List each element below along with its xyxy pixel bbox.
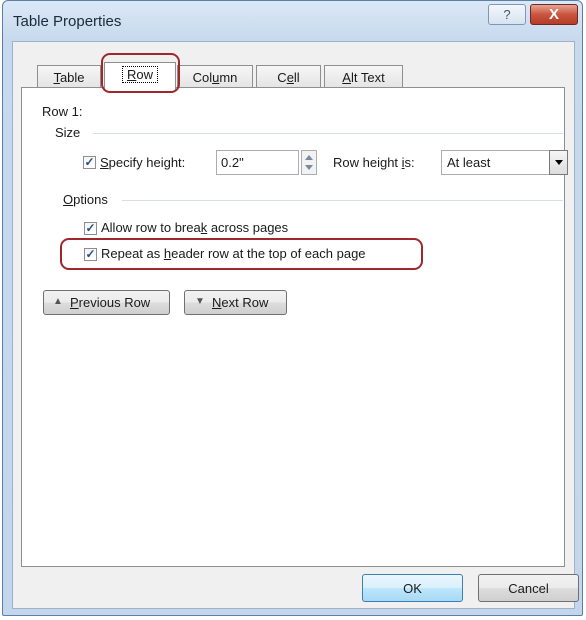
next-row-accesskey: N [212, 295, 222, 310]
repeat-header-highlight [60, 238, 423, 270]
row-heading: Row 1: [42, 104, 83, 119]
row-tab-highlight [101, 53, 180, 93]
tab-cell-accesskey: e [286, 70, 294, 85]
allow-break-label-pre: Allow row to brea [101, 220, 201, 235]
tab-table-label: able [59, 70, 85, 85]
close-icon: X [548, 6, 559, 23]
chevron-down-icon [555, 160, 563, 165]
tab-table[interactable]: Table [37, 65, 101, 89]
options-group-label-rest: ptions [73, 192, 108, 207]
tab-column-label: mn [219, 70, 238, 85]
allow-break-checkbox[interactable]: ✓ [84, 222, 97, 235]
allow-break-label: Allow row to break across pages [101, 220, 288, 235]
checkmark-icon: ✓ [84, 155, 95, 169]
row-height-value: 0.2" [221, 155, 244, 170]
previous-row-label-rest: revious Row [78, 295, 151, 310]
row-height-is-label-rest: s: [404, 155, 415, 170]
triangle-down-icon: ▼ [195, 296, 205, 307]
next-row-label: Next Row [212, 295, 268, 310]
tab-cell[interactable]: Cell [256, 65, 321, 89]
row-height-rule-value: At least [447, 155, 491, 170]
ok-button[interactable]: OK [362, 574, 463, 602]
specify-height-label: Specify height: [100, 155, 185, 170]
triangle-up-icon: ▲ [53, 296, 63, 307]
tab-cell-label: ll [293, 70, 300, 85]
tab-alt-text-label: lt Text [350, 70, 385, 85]
dialog-title: Table Properties [13, 13, 122, 30]
help-button[interactable]: ? [488, 4, 526, 25]
ok-label: OK [403, 581, 422, 596]
next-row-label-rest: ext Row [221, 295, 269, 310]
tab-cell-label-pre: C [277, 70, 287, 85]
previous-row-button[interactable]: ▲ Previous Row [43, 290, 170, 315]
options-accesskey: O [63, 192, 74, 207]
size-group-divider [93, 133, 563, 134]
row-height-is-label-pre: Row height [333, 155, 402, 170]
row-height-input[interactable]: 0.2" [216, 150, 299, 175]
specify-height-checkbox[interactable]: ✓ [83, 156, 96, 169]
spin-down-icon[interactable] [305, 165, 313, 170]
tab-column[interactable]: Column [177, 65, 253, 89]
row-height-is-label: Row height is: [333, 155, 415, 170]
spin-up-icon[interactable] [305, 155, 313, 160]
tab-alt-text-accesskey: A [342, 70, 351, 85]
options-group-label: Options [63, 192, 108, 207]
help-icon: ? [503, 7, 511, 22]
cancel-button[interactable]: Cancel [478, 574, 579, 602]
tab-column-label-pre: Col [192, 70, 213, 85]
dropdown-button[interactable] [549, 150, 568, 175]
title-bar[interactable]: Table Properties ? X [3, 1, 582, 41]
close-button[interactable]: X [530, 4, 578, 25]
checkmark-icon: ✓ [85, 221, 96, 235]
tab-alt-text[interactable]: Alt Text [324, 65, 403, 89]
previous-row-label: Previous Row [70, 295, 150, 310]
row-height-spinner[interactable] [301, 150, 317, 175]
previous-row-accesskey: P [70, 295, 79, 310]
row-height-rule-select[interactable]: At least [441, 150, 568, 175]
options-group-divider [122, 200, 563, 201]
allow-break-label-rest: across pages [207, 220, 289, 235]
specify-height-accesskey: S [100, 155, 109, 170]
next-row-button[interactable]: ▼ Next Row [184, 290, 287, 315]
specify-height-label-rest: pecify height: [108, 155, 186, 170]
size-group-label: Size [55, 125, 81, 140]
cancel-label: Cancel [508, 581, 549, 596]
